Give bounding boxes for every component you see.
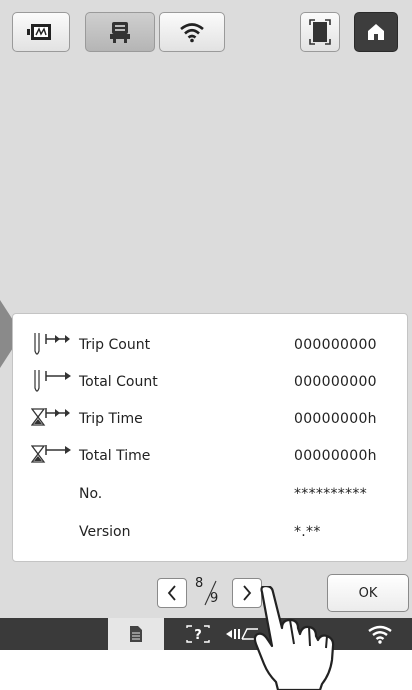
counter-row-number: No. ********** — [13, 480, 409, 510]
counter-label: Total Count — [79, 374, 158, 390]
page-total: 9 — [210, 591, 219, 606]
counter-value: 00000000h — [294, 411, 377, 427]
hourglass-arrow-icon — [31, 445, 71, 463]
counter-label: Trip Time — [79, 411, 143, 427]
needle-arrow-icon — [34, 370, 71, 392]
counter-row-version: Version *.** — [13, 518, 409, 548]
machine-screen: Trip Count 000000000 Total Count 0000000… — [0, 0, 412, 650]
document-button[interactable] — [108, 618, 164, 650]
counter-value: 000000000 — [294, 374, 377, 390]
counter-label: Trip Count — [79, 337, 151, 353]
needle-arrow-icon — [34, 333, 70, 355]
embroidery-frame-icon — [27, 24, 51, 40]
home-button[interactable] — [354, 12, 398, 52]
embroidery-frame-button[interactable] — [12, 12, 70, 52]
counter-label: Version — [79, 524, 131, 540]
wifi-icon — [180, 23, 204, 43]
sewing-machine-icon — [110, 22, 130, 43]
sewing-machine-button[interactable] — [85, 12, 155, 52]
home-icon — [368, 24, 384, 40]
counter-label: Total Time — [79, 448, 151, 464]
scan-frame-icon — [309, 19, 331, 45]
counter-value: 00000000h — [294, 448, 377, 464]
counter-value: *.** — [294, 524, 321, 540]
chevron-left-icon — [167, 585, 176, 601]
wireless-status — [358, 618, 402, 650]
wireless-button[interactable] — [159, 12, 225, 52]
frame-view-button[interactable] — [300, 12, 340, 52]
tapping-hand-icon — [253, 586, 335, 690]
hourglass-arrow-icon — [31, 408, 70, 426]
document-icon — [130, 626, 142, 642]
wifi-icon — [368, 625, 392, 644]
counter-row-trip-count: Trip Count 000000000 — [13, 331, 409, 361]
counter-info-panel: Trip Count 000000000 Total Count 0000000… — [12, 313, 408, 562]
counter-row-total-time: Total Time 00000000h — [13, 442, 409, 472]
previous-page-button[interactable] — [157, 578, 187, 608]
counter-value: 000000000 — [294, 337, 377, 353]
page-indicator: 8 9 — [193, 576, 227, 610]
counter-value: ********** — [294, 486, 367, 502]
help-icon: ? — [186, 625, 210, 643]
counter-row-total-count: Total Count 000000000 — [13, 368, 409, 398]
help-button[interactable]: ? — [180, 618, 216, 650]
svg-text:?: ? — [194, 628, 202, 643]
counter-label: No. — [79, 486, 103, 502]
counter-row-trip-time: Trip Time 00000000h — [13, 405, 409, 435]
